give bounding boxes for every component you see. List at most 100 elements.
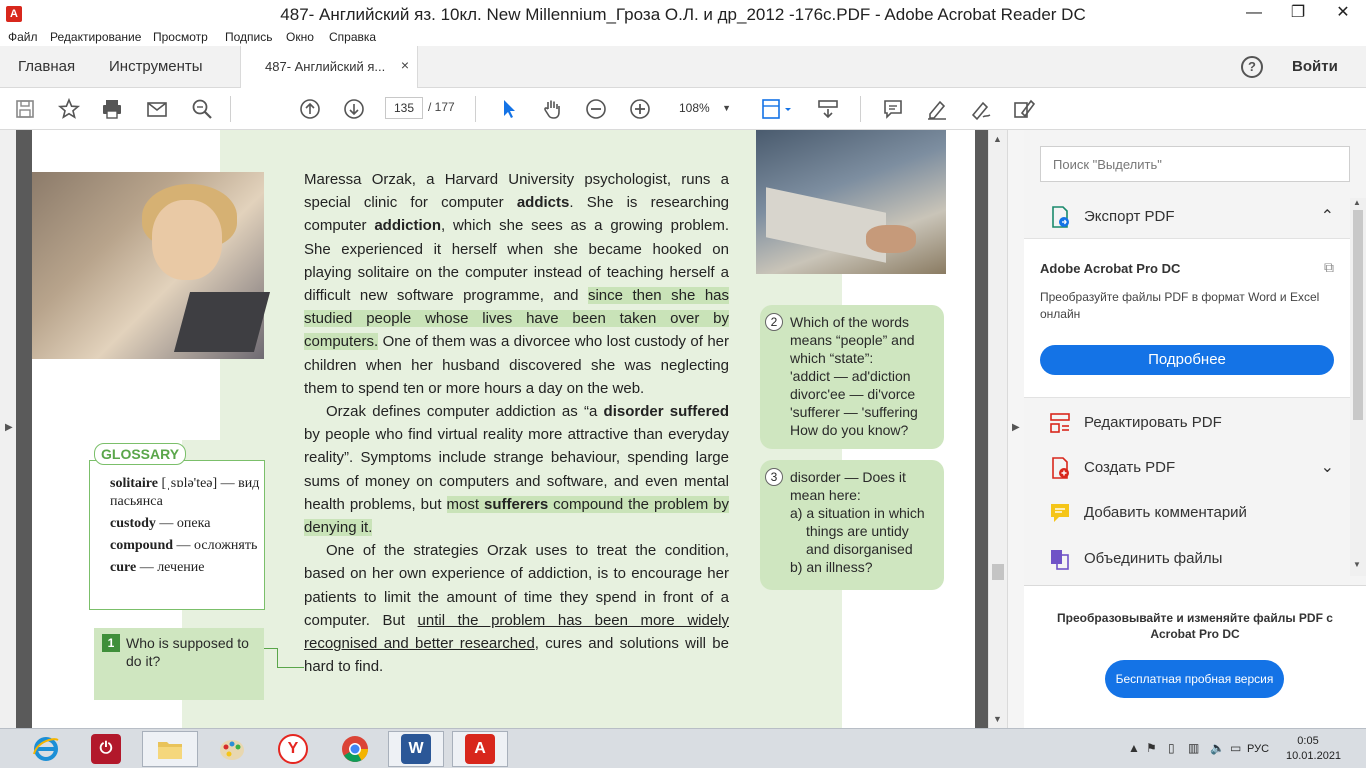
page-number-input[interactable]: 135 [385,97,423,119]
help-icon[interactable]: ? [1241,56,1263,78]
scroll-mode-icon[interactable] [816,97,840,121]
right-panel-handle[interactable]: ▶ [1007,130,1024,728]
menu-help[interactable]: Справка [329,30,376,44]
title-bar: А 487- Английский яз. 10кл. New Millenni… [0,0,1366,30]
volume-icon[interactable]: 🔈 [1210,741,1225,755]
chevron-down-icon: ▼ [722,103,731,113]
tools-search-input[interactable]: Поиск "Выделить" [1040,146,1350,182]
search-zoom-icon[interactable] [190,97,214,121]
email-icon[interactable] [145,97,169,121]
photo-detail [152,200,222,280]
clock-time: 0:05 [1297,735,1319,747]
tool-export-pdf[interactable]: Экспорт PDF ⌃ [1024,197,1350,237]
flag-icon[interactable]: ⚑ [1146,741,1157,755]
photo-detail [766,187,886,263]
question-line: disorder — Does it mean here: [790,469,906,503]
zoom-out-icon[interactable] [584,97,608,121]
sign-icon[interactable] [969,97,993,121]
expand-left-icon[interactable]: ▶ [5,422,13,433]
taskbar-word[interactable]: W [388,731,444,767]
page-down-icon[interactable] [342,97,366,121]
menu-view[interactable]: Просмотр [153,30,208,44]
taskbar-yandex-browser[interactable]: Y [265,731,321,767]
upsell-section: Преобразовывайте и изменяйте файлы PDF с… [1024,585,1366,728]
taskbar-power[interactable]: ⏻ [78,731,134,767]
hand-tool-icon[interactable] [540,97,564,121]
tool-edit-pdf[interactable]: Редактировать PDF [1024,403,1350,443]
document-scrollbar[interactable]: ▲ ▼ [988,130,1007,728]
menu-file[interactable]: Файл [8,30,38,44]
close-tab-icon[interactable]: × [401,57,409,73]
bold-term: addicts [516,194,570,212]
scrollbar-thumb[interactable] [992,564,1004,580]
promo-title: Adobe Acrobat Pro DC [1040,261,1181,276]
page-up-icon[interactable] [298,97,322,121]
article-paragraph: One of the strategies Orzak uses to trea… [304,539,729,678]
highlight-pen-icon[interactable] [925,97,949,121]
menu-window[interactable]: Окно [286,30,314,44]
save-icon[interactable] [13,97,37,121]
left-panel-handle[interactable]: ▶ [0,130,16,728]
tool-add-comment[interactable]: Добавить комментарий [1024,493,1350,533]
network-icon[interactable]: ▥ [1188,741,1199,755]
learn-more-button[interactable]: Подробнее [1040,345,1334,375]
zoom-in-icon[interactable] [628,97,652,121]
toolbar: 135 / 177 108% ▼ [0,88,1366,130]
fit-page-icon[interactable] [760,97,796,121]
question-number: 1 [102,634,120,652]
highlighted-bold-term: sufferers [483,495,549,513]
collapse-right-icon[interactable]: ▶ [1012,422,1020,433]
taskbar-paint[interactable] [204,731,260,767]
toolbar-separator [230,96,231,122]
cloud-convert-icon: ⧉ [1324,259,1334,275]
question-1-box: 1 Who is supposed to do it? [94,628,264,700]
free-trial-button[interactable]: Бесплатная пробная версия [1105,660,1284,698]
clock-date: 10.01.2021 [1286,750,1342,762]
tools-pane: Поиск "Выделить" Экспорт PDF ⌃ Adobe Acr… [1024,130,1366,728]
bookmark-star-icon[interactable] [57,97,81,121]
glossary-box: GLOSSARY solitaire [ˌsɒlə'teə] — вид пас… [89,443,265,610]
glossary-term: cure [110,560,137,575]
document-viewport[interactable]: ▶ Maressa Orzak, a Harvard University ps… [0,130,1007,728]
tab-document[interactable]: 487- Английский я... × [240,46,418,88]
taskbar-internet-explorer[interactable] [18,731,74,767]
minimize-button[interactable]: — [1232,0,1276,26]
scroll-up-icon[interactable]: ▲ [1353,198,1361,207]
signin-button[interactable]: Войти [1292,58,1338,75]
close-window-button[interactable]: ✕ [1320,0,1366,26]
tray-chevron-up-icon[interactable]: ▲ [1128,741,1140,755]
zoom-value: 108% [679,101,710,115]
zoom-select[interactable]: 108% ▼ [667,97,741,119]
internet-explorer-icon [33,737,59,761]
glossary-entry: custody — опека [110,515,262,533]
tools-pane-scrollbar[interactable]: ▲ ▼ [1350,198,1366,576]
scroll-down-icon[interactable]: ▼ [993,714,1002,724]
maximize-button[interactable]: ❐ [1276,0,1320,26]
article-text: Maressa Orzak, a Harvard University psyc… [304,168,729,678]
tool-combine-files[interactable]: Объединить файлы [1024,539,1350,579]
taskbar-chrome[interactable] [327,731,383,767]
fill-sign-icon[interactable] [1012,97,1036,121]
language-indicator[interactable]: РУС [1247,743,1269,755]
chevron-up-icon[interactable]: ⌃ [1321,206,1334,226]
power-battery-icon[interactable]: ▯ [1168,741,1175,755]
scroll-down-icon[interactable]: ▼ [1353,560,1361,569]
select-cursor-icon[interactable] [497,97,521,121]
print-icon[interactable] [100,97,124,121]
menu-edit[interactable]: Редактирование [50,30,141,44]
tab-home[interactable]: Главная [18,58,75,75]
tab-tools[interactable]: Инструменты [109,58,203,75]
keyboard-icon[interactable]: ▭ [1230,741,1241,755]
scroll-up-icon[interactable]: ▲ [993,134,1002,144]
taskbar-file-explorer[interactable] [142,731,198,767]
comment-icon[interactable] [881,97,905,121]
tool-create-pdf[interactable]: Создать PDF ⌄ [1024,448,1350,488]
menu-sign[interactable]: Подпись [225,30,273,44]
tool-label: Объединить файлы [1084,550,1223,567]
question-line: b) an illness? [790,559,873,575]
taskbar-acrobat[interactable]: A [452,731,508,767]
scrollbar-thumb[interactable] [1353,210,1363,420]
clock[interactable]: 0:05 10.01.2021 [1286,734,1342,764]
chevron-down-icon[interactable]: ⌄ [1321,457,1334,477]
question-line: 'addict — ad'diction [790,368,911,384]
